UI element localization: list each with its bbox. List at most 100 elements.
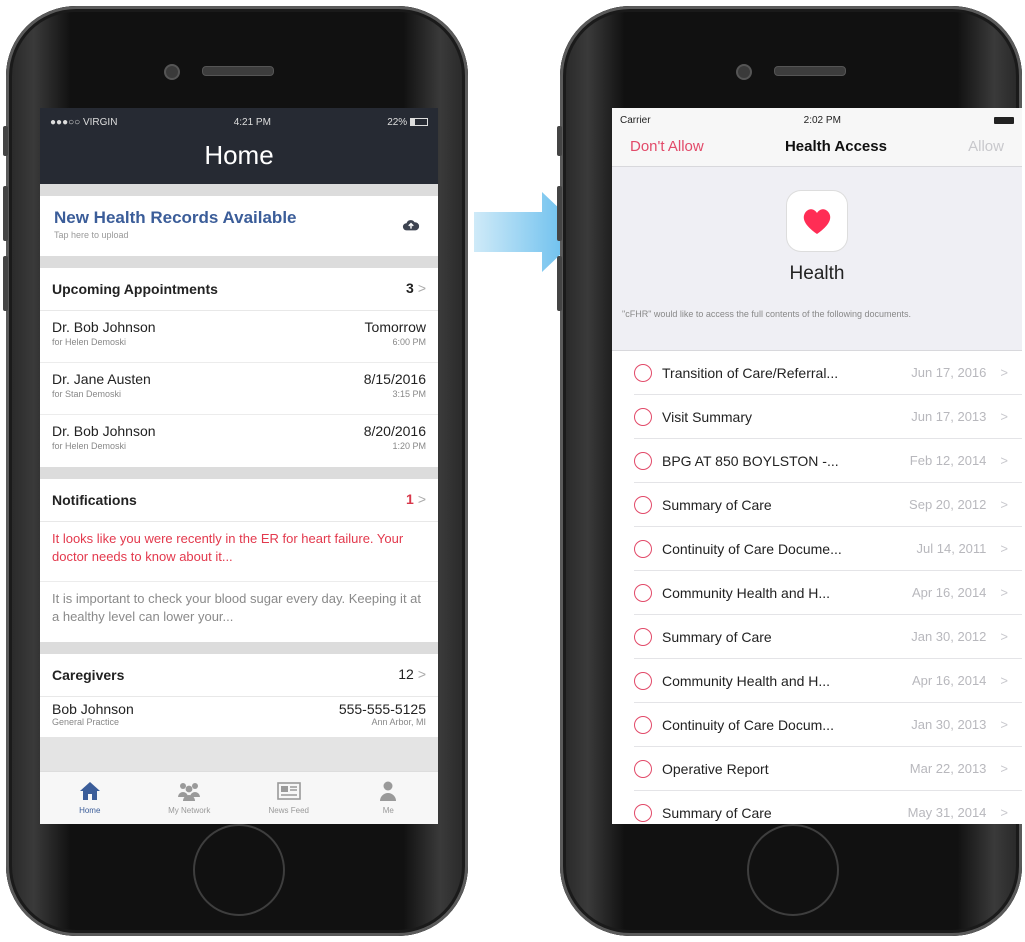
- home-icon: [79, 782, 100, 800]
- document-list: Transition of Care/Referral... Jun 17, 20…: [612, 350, 1022, 824]
- tab-home[interactable]: Home: [40, 772, 140, 824]
- select-circle-icon[interactable]: [634, 759, 652, 778]
- appointments-header[interactable]: Upcoming Appointments 3 >: [40, 268, 438, 311]
- speaker-grille: [774, 66, 846, 76]
- document-row[interactable]: Transition of Care/Referral... Jun 17, 20…: [634, 351, 1022, 395]
- document-row[interactable]: Operative Report Mar 22, 2013 >: [634, 747, 1022, 791]
- select-circle-icon[interactable]: [634, 583, 652, 602]
- dont-allow-button[interactable]: Don't Allow: [630, 138, 704, 155]
- chevron-right-icon: >: [417, 280, 426, 296]
- select-circle-icon[interactable]: [634, 539, 652, 558]
- section-title: Caregivers: [52, 667, 125, 683]
- person-icon: [380, 781, 397, 801]
- doctor-name: Dr. Bob Johnson: [52, 319, 156, 335]
- appointment-row[interactable]: Dr. Jane Austen for Stan Demoski 8/15/201…: [40, 363, 438, 415]
- battery-icon: [994, 116, 1014, 124]
- caregivers-header[interactable]: Caregivers 12 >: [40, 654, 438, 697]
- status-time: 2:02 PM: [803, 114, 841, 126]
- document-date: Jun 17, 2016: [911, 365, 987, 380]
- access-description: "cFHR" would like to access the full con…: [622, 309, 912, 319]
- document-row[interactable]: Summary of Care Jan 30, 2012 >: [634, 615, 1022, 659]
- mute-switch: [557, 126, 562, 156]
- document-date: Apr 16, 2014: [911, 673, 987, 688]
- document-date: Jan 30, 2012: [911, 629, 987, 644]
- caregiver-row[interactable]: Bob Johnson General Practice 555-555-5125…: [40, 697, 438, 737]
- tab-label: Me: [382, 806, 394, 815]
- appointment-row[interactable]: Dr. Bob Johnson for Helen Demoski 8/20/20…: [40, 415, 438, 467]
- document-row[interactable]: BPG AT 850 BOYLSTON -... Feb 12, 2014 >: [634, 439, 1022, 483]
- tab-label: Home: [79, 806, 101, 815]
- document-row[interactable]: Visit Summary Jun 17, 2013 >: [634, 395, 1022, 439]
- document-row[interactable]: Summary of Care Sep 20, 2012 >: [634, 483, 1022, 527]
- patient-name: for Helen Demoski: [52, 441, 127, 451]
- notifications-header[interactable]: Notifications 1 >: [40, 479, 438, 522]
- section-title: Notifications: [52, 492, 137, 508]
- tab-me[interactable]: Me: [339, 772, 439, 824]
- left-screen: ●●●○○ VIRGIN 4:21 PM 22% Home New Health…: [40, 108, 438, 824]
- select-circle-icon[interactable]: [634, 715, 652, 734]
- chevron-right-icon: >: [1000, 541, 1008, 556]
- right-phone: Carrier 2:02 PM Don't Allow Health Acces…: [557, 6, 1022, 936]
- select-circle-icon[interactable]: [634, 363, 652, 382]
- document-date: Apr 16, 2014: [911, 585, 987, 600]
- appointments-count: 3: [406, 280, 414, 296]
- document-row[interactable]: Continuity of Care Docum... Jan 30, 2013 >: [634, 703, 1022, 747]
- document-title: Community Health and H...: [662, 584, 831, 601]
- divider: [40, 184, 438, 196]
- camera-icon: [736, 64, 752, 80]
- section-title: Upcoming Appointments: [52, 281, 218, 297]
- app-name: Health: [789, 263, 845, 284]
- select-circle-icon[interactable]: [634, 627, 652, 646]
- battery-icon: [409, 117, 428, 126]
- document-title: Summary of Care: [662, 804, 772, 821]
- home-button[interactable]: [193, 824, 285, 916]
- document-row[interactable]: Community Health and H... Apr 16, 2014 >: [634, 571, 1022, 615]
- health-app-icon: [787, 191, 847, 251]
- patient-name: for Stan Demoski: [52, 389, 122, 399]
- status-bar: ●●●○○ VIRGIN 4:21 PM 22%: [40, 108, 438, 128]
- document-title: Transition of Care/Referral...: [662, 364, 839, 381]
- tab-label: My Network: [168, 806, 211, 815]
- select-circle-icon[interactable]: [634, 671, 652, 690]
- select-circle-icon[interactable]: [634, 803, 652, 822]
- document-row[interactable]: Community Health and H... Apr 16, 2014 >: [634, 659, 1022, 703]
- document-date: Feb 12, 2014: [909, 453, 987, 468]
- allow-button[interactable]: Allow: [968, 138, 1004, 155]
- mute-switch: [3, 126, 8, 156]
- document-title: Continuity of Care Docume...: [662, 540, 842, 557]
- records-title: New Health Records Available: [54, 208, 297, 227]
- chevron-right-icon: >: [1000, 805, 1008, 820]
- chevron-right-icon: >: [1000, 673, 1008, 688]
- records-subtitle: Tap here to upload: [54, 230, 129, 240]
- caregiver-location: Ann Arbor, MI: [371, 717, 426, 727]
- select-circle-icon[interactable]: [634, 407, 652, 426]
- document-row[interactable]: Continuity of Care Docume... Jul 14, 2011…: [634, 527, 1022, 571]
- appointment-time: 1:20 PM: [392, 441, 426, 451]
- select-circle-icon[interactable]: [634, 495, 652, 514]
- heart-icon: [803, 209, 831, 234]
- home-button[interactable]: [747, 824, 839, 916]
- home-header: ●●●○○ VIRGIN 4:21 PM 22% Home: [40, 108, 438, 184]
- document-date: Jan 30, 2013: [911, 717, 987, 732]
- carrier-label: ●●●○○ VIRGIN: [50, 116, 118, 128]
- camera-icon: [164, 64, 180, 80]
- tab-my-network[interactable]: My Network: [140, 772, 240, 824]
- document-title: Summary of Care: [662, 496, 772, 513]
- volume-up-button: [3, 186, 8, 241]
- document-row[interactable]: Summary of Care May 31, 2014 >: [634, 791, 1022, 824]
- chevron-right-icon: >: [1000, 365, 1008, 380]
- notifications-section: Notifications 1 > It looks like you were …: [40, 479, 438, 642]
- notification-item[interactable]: It looks like you were recently in the E…: [40, 522, 438, 582]
- new-records-banner[interactable]: New Health Records Available Tap here to…: [40, 196, 438, 256]
- chevron-right-icon: >: [417, 491, 426, 507]
- volume-up-button: [557, 186, 562, 241]
- tab-news-feed[interactable]: News Feed: [239, 772, 339, 824]
- status-time: 4:21 PM: [233, 116, 271, 128]
- document-title: Summary of Care: [662, 628, 772, 645]
- appointment-time: 3:15 PM: [392, 389, 426, 399]
- caregiver-phone: 555-555-5125: [338, 701, 426, 717]
- appointment-row[interactable]: Dr. Bob Johnson for Helen Demoski Tomorro…: [40, 311, 438, 363]
- select-circle-icon[interactable]: [634, 451, 652, 470]
- notification-item[interactable]: It is important to check your blood suga…: [40, 582, 438, 642]
- right-screen: Carrier 2:02 PM Don't Allow Health Acces…: [612, 108, 1022, 824]
